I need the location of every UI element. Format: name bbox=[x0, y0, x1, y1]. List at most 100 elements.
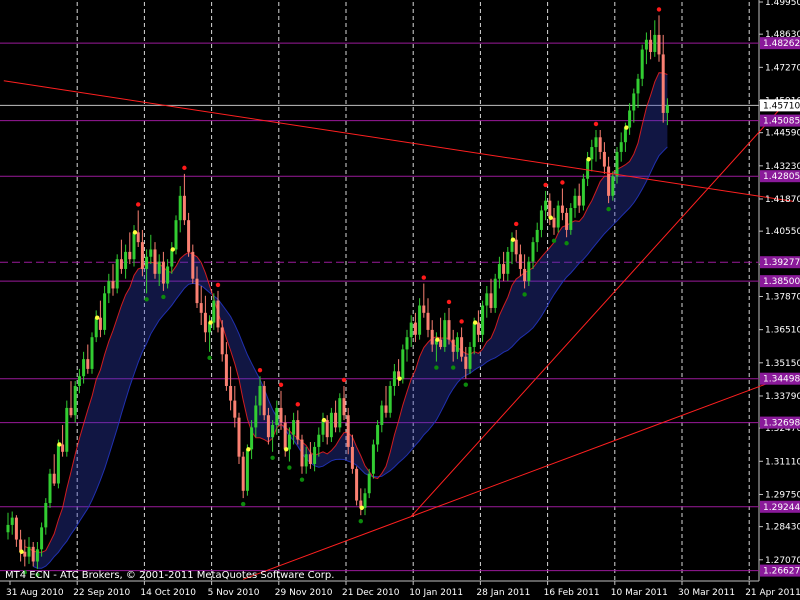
candle-body bbox=[153, 249, 157, 274]
candle-body bbox=[140, 242, 144, 269]
fractal-down-dot bbox=[287, 465, 292, 470]
candle-body bbox=[472, 322, 476, 347]
candle-body bbox=[262, 385, 266, 416]
price-tick-label: 1.37870 bbox=[765, 292, 800, 302]
fractal-up-dot bbox=[459, 319, 464, 324]
candle bbox=[56, 439, 60, 489]
candle-body bbox=[27, 546, 31, 557]
candle-body bbox=[237, 417, 241, 457]
candle-body bbox=[577, 195, 581, 206]
candle-body bbox=[136, 232, 140, 243]
candle bbox=[355, 466, 359, 506]
fractal-down-dot bbox=[434, 365, 439, 370]
candle-body bbox=[376, 424, 380, 445]
price-chart[interactable]: 1.499501.486301.472701.459101.445901.432… bbox=[0, 0, 800, 600]
candle-body bbox=[98, 317, 102, 330]
candle-body bbox=[548, 200, 552, 218]
candle-body bbox=[514, 239, 518, 255]
candle-body bbox=[296, 420, 300, 440]
candle-body bbox=[657, 34, 661, 55]
level-tag-label: 1.48262 bbox=[763, 39, 800, 49]
candle-body bbox=[619, 142, 623, 152]
candle-body bbox=[468, 346, 472, 369]
candle-body bbox=[552, 217, 556, 228]
candle bbox=[493, 273, 497, 313]
candle-body bbox=[157, 261, 161, 274]
candle-body bbox=[86, 359, 90, 369]
level-tag-label: 1.34498 bbox=[763, 375, 800, 385]
candle-body bbox=[48, 473, 52, 503]
time-tick-label: 22 Sep 2010 bbox=[73, 588, 130, 598]
candle-body bbox=[485, 293, 489, 306]
candle-body bbox=[23, 551, 27, 557]
time-tick-label: 5 Nov 2010 bbox=[208, 588, 260, 598]
candle bbox=[174, 215, 178, 255]
candle-body bbox=[220, 327, 224, 355]
signal-dot bbox=[57, 442, 62, 447]
fractal-down-dot bbox=[551, 238, 557, 244]
fractal-down-dot bbox=[241, 501, 246, 507]
candle bbox=[262, 381, 266, 421]
candle-body bbox=[329, 412, 333, 438]
fractal-up-dot bbox=[136, 202, 141, 207]
signal-dot bbox=[95, 315, 100, 320]
signal-dot bbox=[510, 237, 516, 242]
candle-body bbox=[199, 303, 203, 313]
fractal-up-dot bbox=[514, 221, 519, 227]
price-tick-label: 1.49950 bbox=[765, 0, 800, 8]
candle-body bbox=[44, 502, 48, 528]
candle-body bbox=[489, 293, 493, 308]
candle-body bbox=[355, 468, 359, 501]
level-tag-label: 1.42805 bbox=[763, 172, 800, 182]
level-tag-label: 1.39277 bbox=[763, 258, 800, 268]
candle bbox=[65, 400, 69, 457]
fractal-down-dot bbox=[161, 294, 166, 300]
candle-body bbox=[544, 200, 548, 211]
candle-body bbox=[384, 405, 388, 413]
candle bbox=[371, 439, 375, 479]
level-tag-label: 1.29244 bbox=[763, 503, 800, 513]
candle-body bbox=[161, 261, 165, 284]
candle-body bbox=[115, 259, 119, 289]
candle-body bbox=[460, 337, 464, 357]
candle-body bbox=[69, 407, 73, 416]
fractal-up-dot bbox=[341, 377, 347, 383]
candle-body bbox=[426, 312, 430, 330]
chart-background bbox=[0, 0, 800, 600]
price-tick-label: 1.28430 bbox=[765, 523, 800, 533]
signal-dot bbox=[321, 417, 327, 423]
time-tick-label: 21 Apr 2011 bbox=[745, 588, 800, 598]
candle-body bbox=[653, 34, 657, 52]
candle-body bbox=[94, 317, 98, 338]
candle-body bbox=[216, 300, 220, 328]
candle-body bbox=[443, 320, 447, 347]
candle-body bbox=[56, 444, 60, 484]
candle-body bbox=[367, 473, 371, 494]
fractal-up-dot bbox=[257, 368, 263, 373]
broker-caption: MT4 ECN - ATC Brokers, © 2001-2011 MetaQ… bbox=[5, 570, 334, 581]
candle bbox=[237, 412, 241, 464]
candle-body bbox=[166, 266, 170, 284]
candle-body bbox=[607, 166, 611, 196]
price-tick-label: 1.35150 bbox=[765, 359, 800, 369]
price-tick-label: 1.29750 bbox=[765, 490, 800, 500]
candle bbox=[581, 173, 585, 211]
time-tick-label: 16 Feb 2011 bbox=[544, 588, 600, 598]
candle-body bbox=[149, 249, 153, 257]
candle-body bbox=[174, 220, 178, 250]
fractal-up-dot bbox=[278, 382, 284, 388]
signal-dot bbox=[586, 157, 591, 162]
candle-body bbox=[594, 137, 598, 148]
candle-body bbox=[418, 305, 422, 335]
candle-body bbox=[224, 354, 228, 386]
candle-body bbox=[476, 322, 480, 335]
candle-body bbox=[334, 412, 338, 428]
fractal-down-dot bbox=[451, 365, 456, 370]
fractal-down-dot bbox=[207, 355, 212, 361]
candle bbox=[401, 344, 405, 384]
candle-body bbox=[40, 527, 44, 550]
fractal-down-dot bbox=[358, 518, 363, 524]
candle-body bbox=[279, 407, 283, 423]
candle-body bbox=[350, 446, 354, 469]
price-tick-label: 1.31110 bbox=[765, 457, 800, 467]
